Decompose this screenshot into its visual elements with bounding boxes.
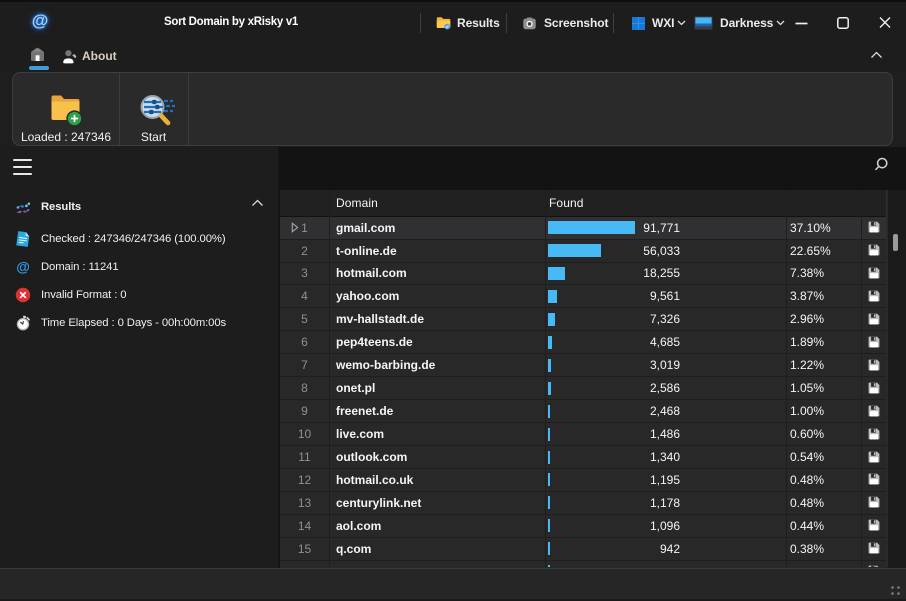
svg-text:@: @ [16, 259, 30, 275]
